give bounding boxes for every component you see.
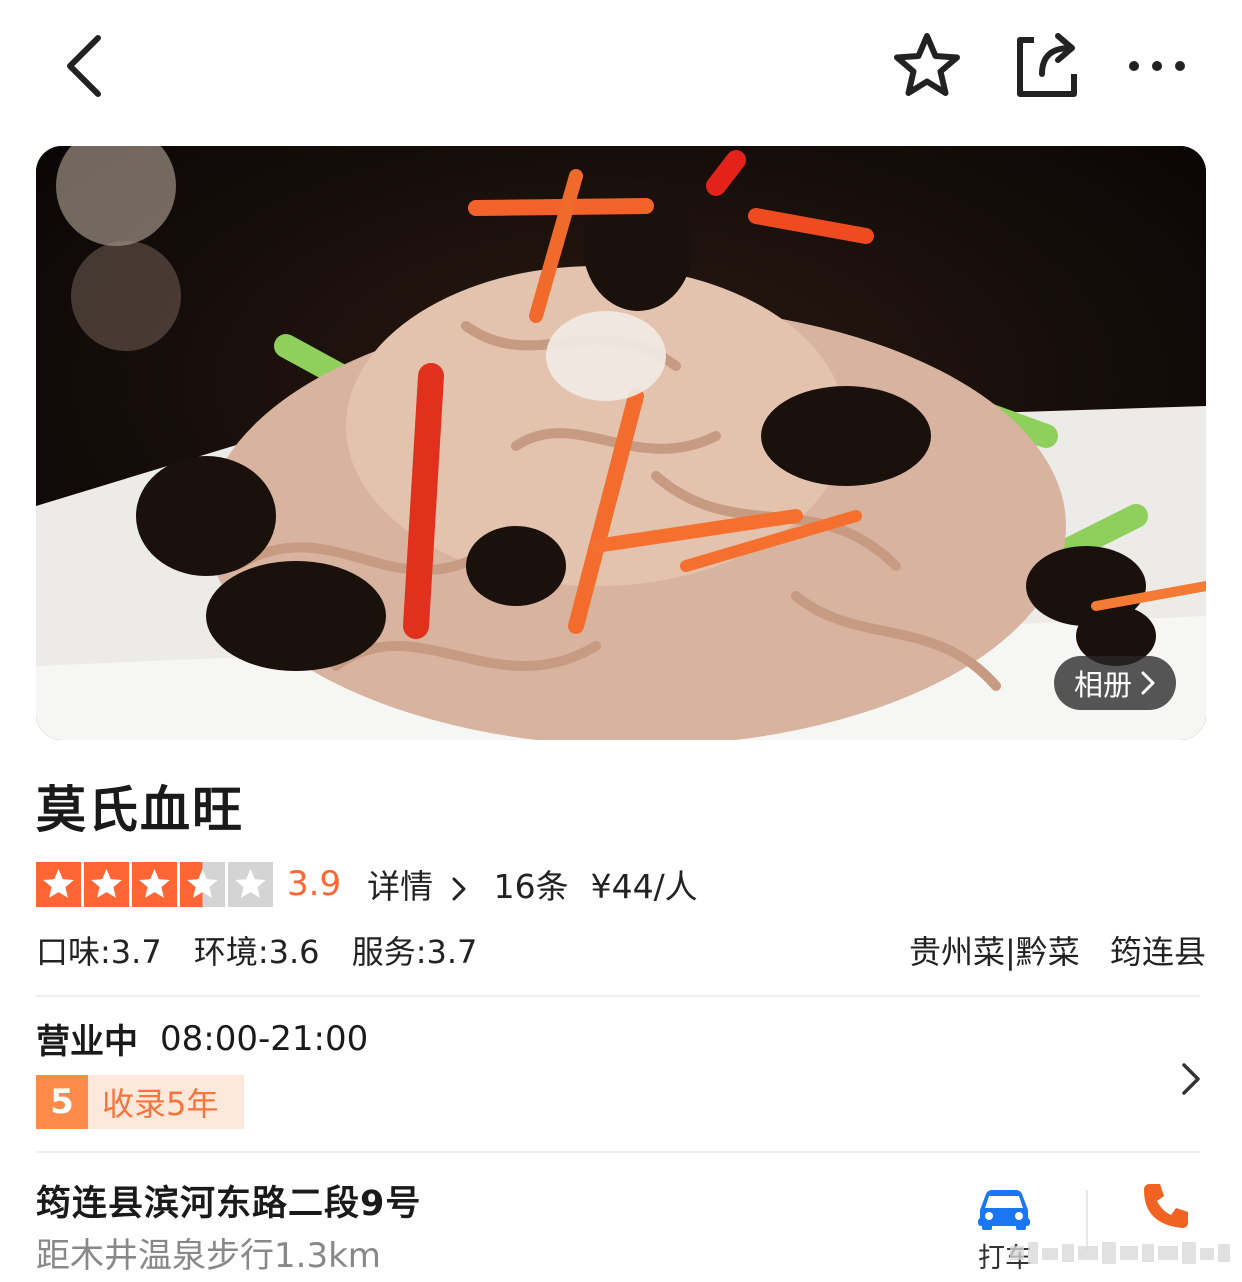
star-icon <box>180 861 225 907</box>
open-status: 营业中 <box>36 1022 138 1062</box>
shredded-pork-dish-image <box>36 146 1206 740</box>
cuisine-tag[interactable]: 贵州菜|黔菜 <box>909 933 1080 971</box>
address[interactable]: 筠连县滨河东路二段9号 <box>36 1175 421 1226</box>
watermark-image <box>1010 1242 1230 1264</box>
divider <box>36 1151 1200 1153</box>
detail-label: 详情 <box>367 867 434 906</box>
badge-number: 5 <box>36 1075 88 1129</box>
business-hours[interactable]: 营业中 08:00-21:00 <box>36 1014 368 1063</box>
car-icon[interactable] <box>974 1186 1034 1230</box>
divider <box>36 995 1200 997</box>
rating-row[interactable]: 3.9 详情 16条 ¥44/人 <box>36 858 698 910</box>
star-icon <box>228 861 273 907</box>
review-count: 16条 <box>493 867 569 906</box>
phone-icon[interactable] <box>1140 1180 1192 1232</box>
hours-value: 08:00-21:00 <box>160 1018 369 1059</box>
share-icon[interactable] <box>1012 30 1082 102</box>
rating-score: 3.9 <box>287 864 342 904</box>
years-badge: 5 收录5年 <box>36 1075 244 1129</box>
back-chevron-icon[interactable] <box>58 30 114 102</box>
distance: 距木井温泉步行1.3km <box>36 1236 381 1276</box>
shop-name: 莫氏血旺 <box>36 781 244 839</box>
chevron-right-icon[interactable] <box>1176 1060 1206 1098</box>
star-icon <box>84 861 129 907</box>
star-rating <box>36 861 273 907</box>
star-outline-icon[interactable] <box>890 30 964 102</box>
star-icon <box>132 861 177 907</box>
more-dots-icon[interactable] <box>1124 30 1190 102</box>
album-label: 相册 <box>1073 668 1132 702</box>
detail-link[interactable]: 详情 <box>367 860 468 908</box>
top-bar <box>0 0 1242 130</box>
service-score: 服务:3.7 <box>351 933 478 971</box>
area-tag[interactable]: 筠连县 <box>1110 933 1206 971</box>
star-icon <box>36 861 81 907</box>
album-button[interactable]: 相册 <box>1054 656 1176 710</box>
chevron-right-icon <box>1141 671 1155 695</box>
badge-text: 收录5年 <box>102 1085 219 1123</box>
chevron-right-icon <box>452 877 466 900</box>
sub-scores-row: 口味:3.7 环境:3.6 服务:3.7 贵州菜|黔菜 筠连县 <box>36 924 1206 976</box>
dish-photo[interactable] <box>36 146 1206 740</box>
taste-score: 口味:3.7 <box>36 933 162 971</box>
environment-score: 环境:3.6 <box>193 933 320 971</box>
avg-price: ¥44/人 <box>590 867 698 906</box>
